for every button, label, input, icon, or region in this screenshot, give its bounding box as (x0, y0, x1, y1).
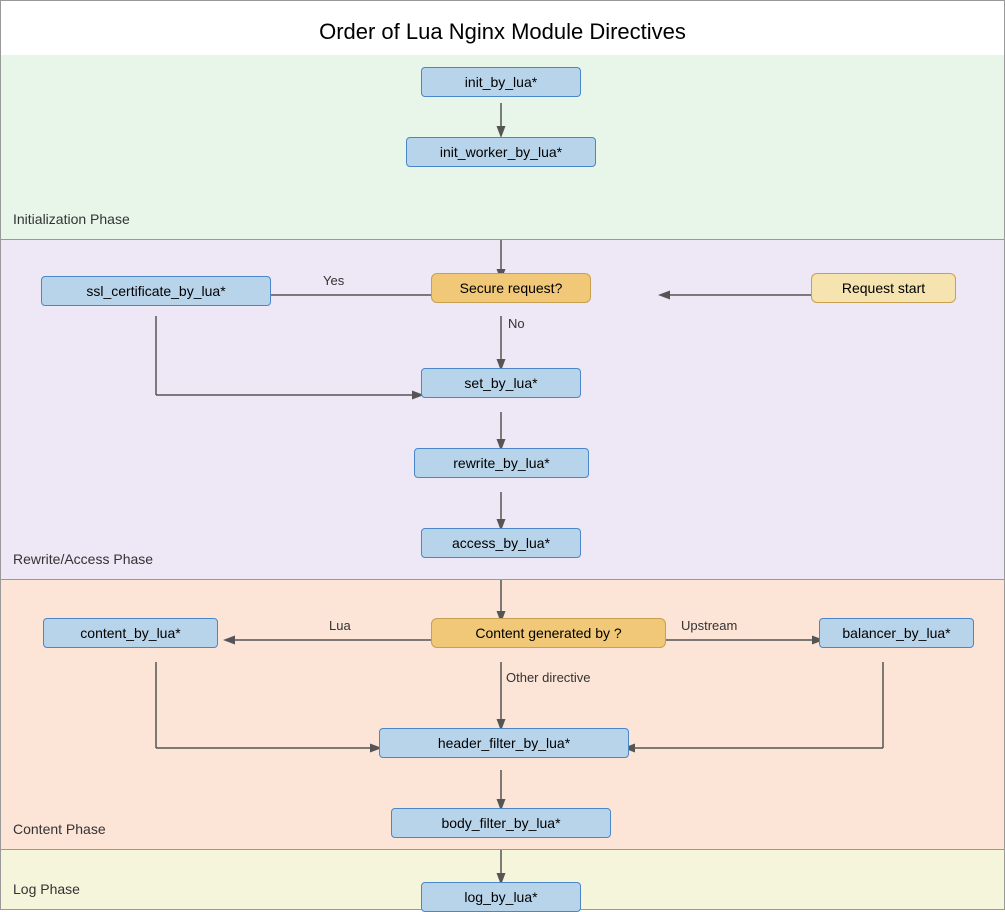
balancer-by-lua-box: balancer_by_lua* (819, 618, 974, 648)
diagram-title: Order of Lua Nginx Module Directives (1, 1, 1004, 55)
no-label: No (508, 316, 525, 331)
yes-label: Yes (323, 273, 344, 288)
rewrite-by-lua-box: rewrite_by_lua* (414, 448, 589, 478)
phase-log: log_by_lua* Log Phase (1, 850, 1004, 909)
ssl-certificate-box: ssl_certificate_by_lua* (41, 276, 271, 306)
log-phase-label: Log Phase (13, 881, 80, 897)
content-phase-label: Content Phase (13, 821, 106, 837)
content-generated-by-box: Content generated by ? (431, 618, 666, 648)
phase-content: Content generated by ? content_by_lua* b… (1, 580, 1004, 850)
set-by-lua-box: set_by_lua* (421, 368, 581, 398)
secure-request-box: Secure request? (431, 273, 591, 303)
other-directive-label: Other directive (506, 670, 591, 685)
upstream-label: Upstream (681, 618, 737, 633)
init-phase-label: Initialization Phase (13, 211, 130, 227)
body-filter-box: body_filter_by_lua* (391, 808, 611, 838)
rewrite-phase-label: Rewrite/Access Phase (13, 551, 153, 567)
phase-init: init_by_lua* init_worker_by_lua* Initial… (1, 55, 1004, 240)
request-start-box: Request start (811, 273, 956, 303)
access-by-lua-box: access_by_lua* (421, 528, 581, 558)
init-by-lua-box: init_by_lua* (421, 67, 581, 97)
header-filter-box: header_filter_by_lua* (379, 728, 629, 758)
lua-label: Lua (329, 618, 351, 633)
init-worker-by-lua-box: init_worker_by_lua* (406, 137, 596, 167)
phase-rewrite: ssl_certificate_by_lua* Secure request? … (1, 240, 1004, 580)
log-by-lua-box: log_by_lua* (421, 882, 581, 912)
content-by-lua-box: content_by_lua* (43, 618, 218, 648)
diagram-container: Order of Lua Nginx Module Directives ini… (0, 0, 1005, 910)
